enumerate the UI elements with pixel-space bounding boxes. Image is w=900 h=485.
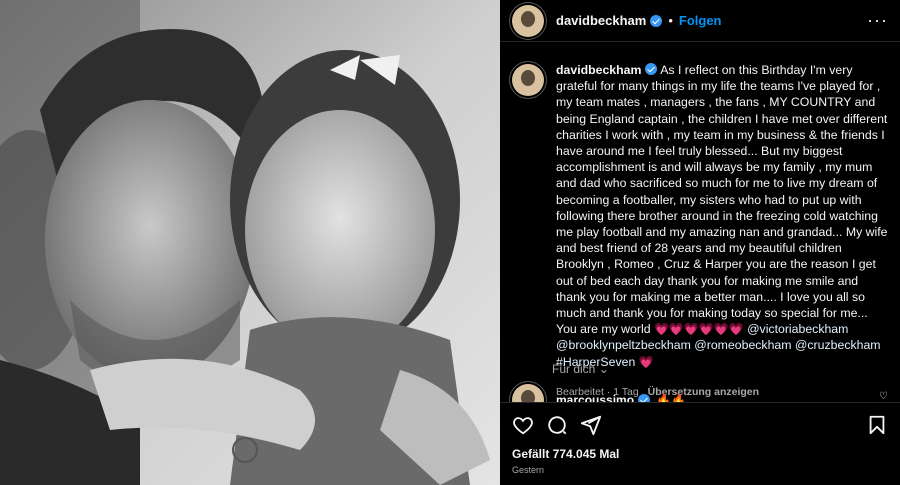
bookmark-icon[interactable] [866, 414, 888, 436]
verified-badge-icon [645, 63, 658, 75]
post-sidebar: davidbeckham • Folgen ··· davidbeckham A… [500, 0, 900, 485]
mention-victoriabeckham[interactable]: @victoriabeckham [747, 322, 848, 336]
post-photo[interactable] [0, 0, 500, 485]
caption-text: As I reflect on this Birthday I'm very g… [556, 63, 888, 337]
mention-brooklynpeltzbeckham[interactable]: @brooklynpeltzbeckham [556, 338, 691, 352]
end-heart-emoji: 💗 [638, 354, 654, 369]
mention-cruzbeckham[interactable]: @cruzbeckham [795, 338, 881, 352]
caption-text-block: davidbeckham As I reflect on this Birthd… [556, 62, 888, 400]
action-icons [512, 413, 888, 437]
chevron-down-icon: ⌄ [598, 362, 609, 376]
comments-scroll-area[interactable]: davidbeckham As I reflect on this Birthd… [500, 42, 900, 402]
post-date[interactable]: Gestern [512, 465, 544, 475]
share-icon[interactable] [580, 414, 602, 436]
avatar[interactable] [512, 4, 544, 37]
avatar[interactable] [512, 64, 544, 96]
for-you-toggle[interactable]: Für dich ⌄ [552, 362, 609, 376]
post-actions: Gefällt 774.045 Mal Gestern [500, 402, 900, 485]
heart-icon[interactable] [512, 414, 534, 436]
caption-author[interactable]: davidbeckham [556, 63, 641, 77]
separator-dot: • [668, 13, 673, 28]
post-header: davidbeckham • Folgen ··· [500, 0, 900, 42]
comment-icon[interactable] [546, 414, 568, 436]
hearts-emoji: 💗💗💗💗💗💗 [653, 322, 744, 337]
likes-count[interactable]: Gefällt 774.045 Mal [512, 447, 619, 461]
caption: davidbeckham As I reflect on this Birthd… [512, 62, 888, 400]
comment-like-heart-icon[interactable]: ♡ [879, 391, 888, 402]
mention-romeobeckham[interactable]: @romeobeckham [694, 338, 791, 352]
follow-button[interactable]: Folgen [679, 13, 722, 28]
post-photo-image [0, 0, 500, 485]
author-username[interactable]: davidbeckham [556, 13, 646, 28]
verified-badge-icon [650, 14, 663, 27]
more-options-icon[interactable]: ··· [867, 10, 888, 31]
for-you-label: Für dich [552, 362, 596, 376]
